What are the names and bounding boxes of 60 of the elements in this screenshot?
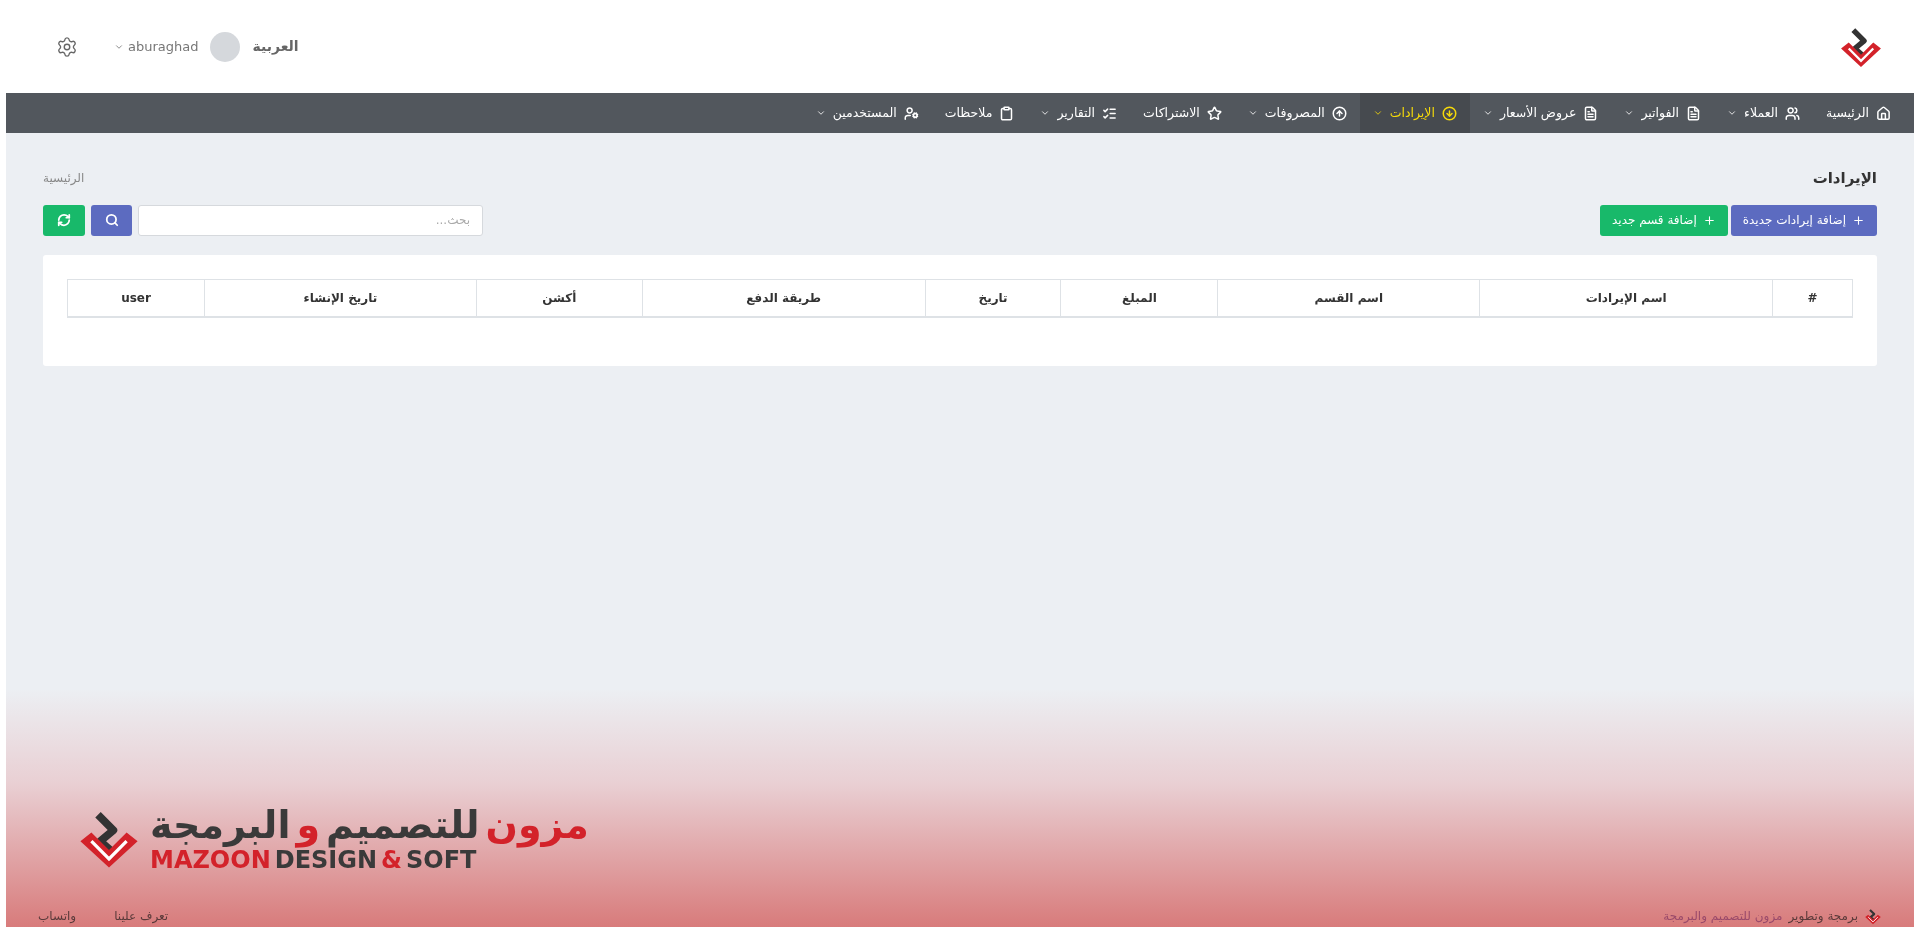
nav-item[interactable]: المصروفات bbox=[1234, 93, 1360, 133]
settings-icon[interactable] bbox=[56, 35, 78, 58]
credit-logo-icon bbox=[1864, 907, 1882, 925]
plus-icon bbox=[1702, 213, 1716, 227]
column-header: اسم الإيرادات bbox=[1479, 279, 1773, 317]
star-icon bbox=[1206, 105, 1222, 121]
refresh-icon bbox=[57, 213, 71, 227]
search-field[interactable]: بحث... bbox=[138, 204, 483, 236]
column-header: تاريخ الإنشاء bbox=[204, 279, 477, 317]
nav-item[interactable]: الإيرادات bbox=[1359, 93, 1470, 133]
caret-icon bbox=[1727, 108, 1738, 118]
logo-text: البرمجة bbox=[150, 804, 291, 847]
logo-text: MAZOON bbox=[150, 846, 271, 873]
arrow-down-circle-icon bbox=[1441, 105, 1457, 121]
logo-text: SOFT bbox=[406, 846, 477, 873]
credit-text: برمجة وتطوير bbox=[1788, 908, 1858, 925]
caret-icon bbox=[1247, 108, 1258, 118]
nav-item[interactable]: الرئيسية bbox=[1812, 93, 1904, 133]
logo-text: و bbox=[296, 804, 321, 847]
logo-text: & bbox=[381, 846, 402, 873]
column-header: المبلغ bbox=[1061, 279, 1218, 317]
arrow-up-circle-icon bbox=[1331, 105, 1347, 121]
caret-icon bbox=[1372, 108, 1383, 118]
column-header: تاريخ bbox=[925, 279, 1061, 317]
home-icon bbox=[1876, 105, 1891, 121]
search-button[interactable] bbox=[91, 204, 132, 236]
document-icon bbox=[1686, 105, 1702, 121]
checklist-icon bbox=[1102, 105, 1118, 121]
nav-item[interactable]: العملاء bbox=[1714, 93, 1813, 133]
column-header: أكشن bbox=[476, 279, 643, 317]
caret-icon bbox=[1040, 108, 1051, 118]
user-gear-icon bbox=[903, 105, 919, 121]
add-button[interactable]: إضافة إيرادات جديدة bbox=[1730, 204, 1877, 236]
column-header: user bbox=[67, 279, 205, 317]
nav-item[interactable]: المستخدمين bbox=[802, 93, 932, 133]
refresh-button[interactable] bbox=[43, 204, 85, 236]
search-icon bbox=[104, 213, 119, 227]
nav-item[interactable]: ملاحظات bbox=[931, 93, 1028, 133]
caret-icon bbox=[815, 108, 826, 118]
footer-link[interactable]: واتساب bbox=[38, 907, 77, 925]
column-header: اسم القسم bbox=[1217, 279, 1480, 317]
page-title: الإيرادات bbox=[1812, 168, 1877, 189]
column-header: # bbox=[1772, 279, 1853, 317]
footer-link[interactable]: تعرف علينا bbox=[114, 907, 169, 925]
users-icon bbox=[1784, 105, 1800, 121]
caret-icon bbox=[1624, 108, 1635, 118]
logo-text: للتصميم bbox=[326, 804, 480, 847]
user-menu[interactable]: aburaghad bbox=[114, 36, 199, 57]
nav-item[interactable]: عروض الأسعار bbox=[1469, 93, 1612, 133]
document-icon bbox=[1583, 105, 1599, 121]
column-header: طريقة الدفع bbox=[642, 279, 926, 317]
language-label[interactable]: العربية bbox=[252, 36, 299, 57]
avatar bbox=[210, 31, 241, 62]
caret-icon bbox=[1482, 108, 1493, 118]
nav-item[interactable]: الاشتراكات bbox=[1130, 93, 1235, 133]
logo-text: مزون bbox=[485, 804, 589, 847]
nav-item[interactable]: الفواتير bbox=[1611, 93, 1715, 133]
plus-icon bbox=[1852, 213, 1865, 227]
nav-item[interactable]: التقارير bbox=[1027, 93, 1131, 133]
clipboard-icon bbox=[999, 105, 1015, 121]
